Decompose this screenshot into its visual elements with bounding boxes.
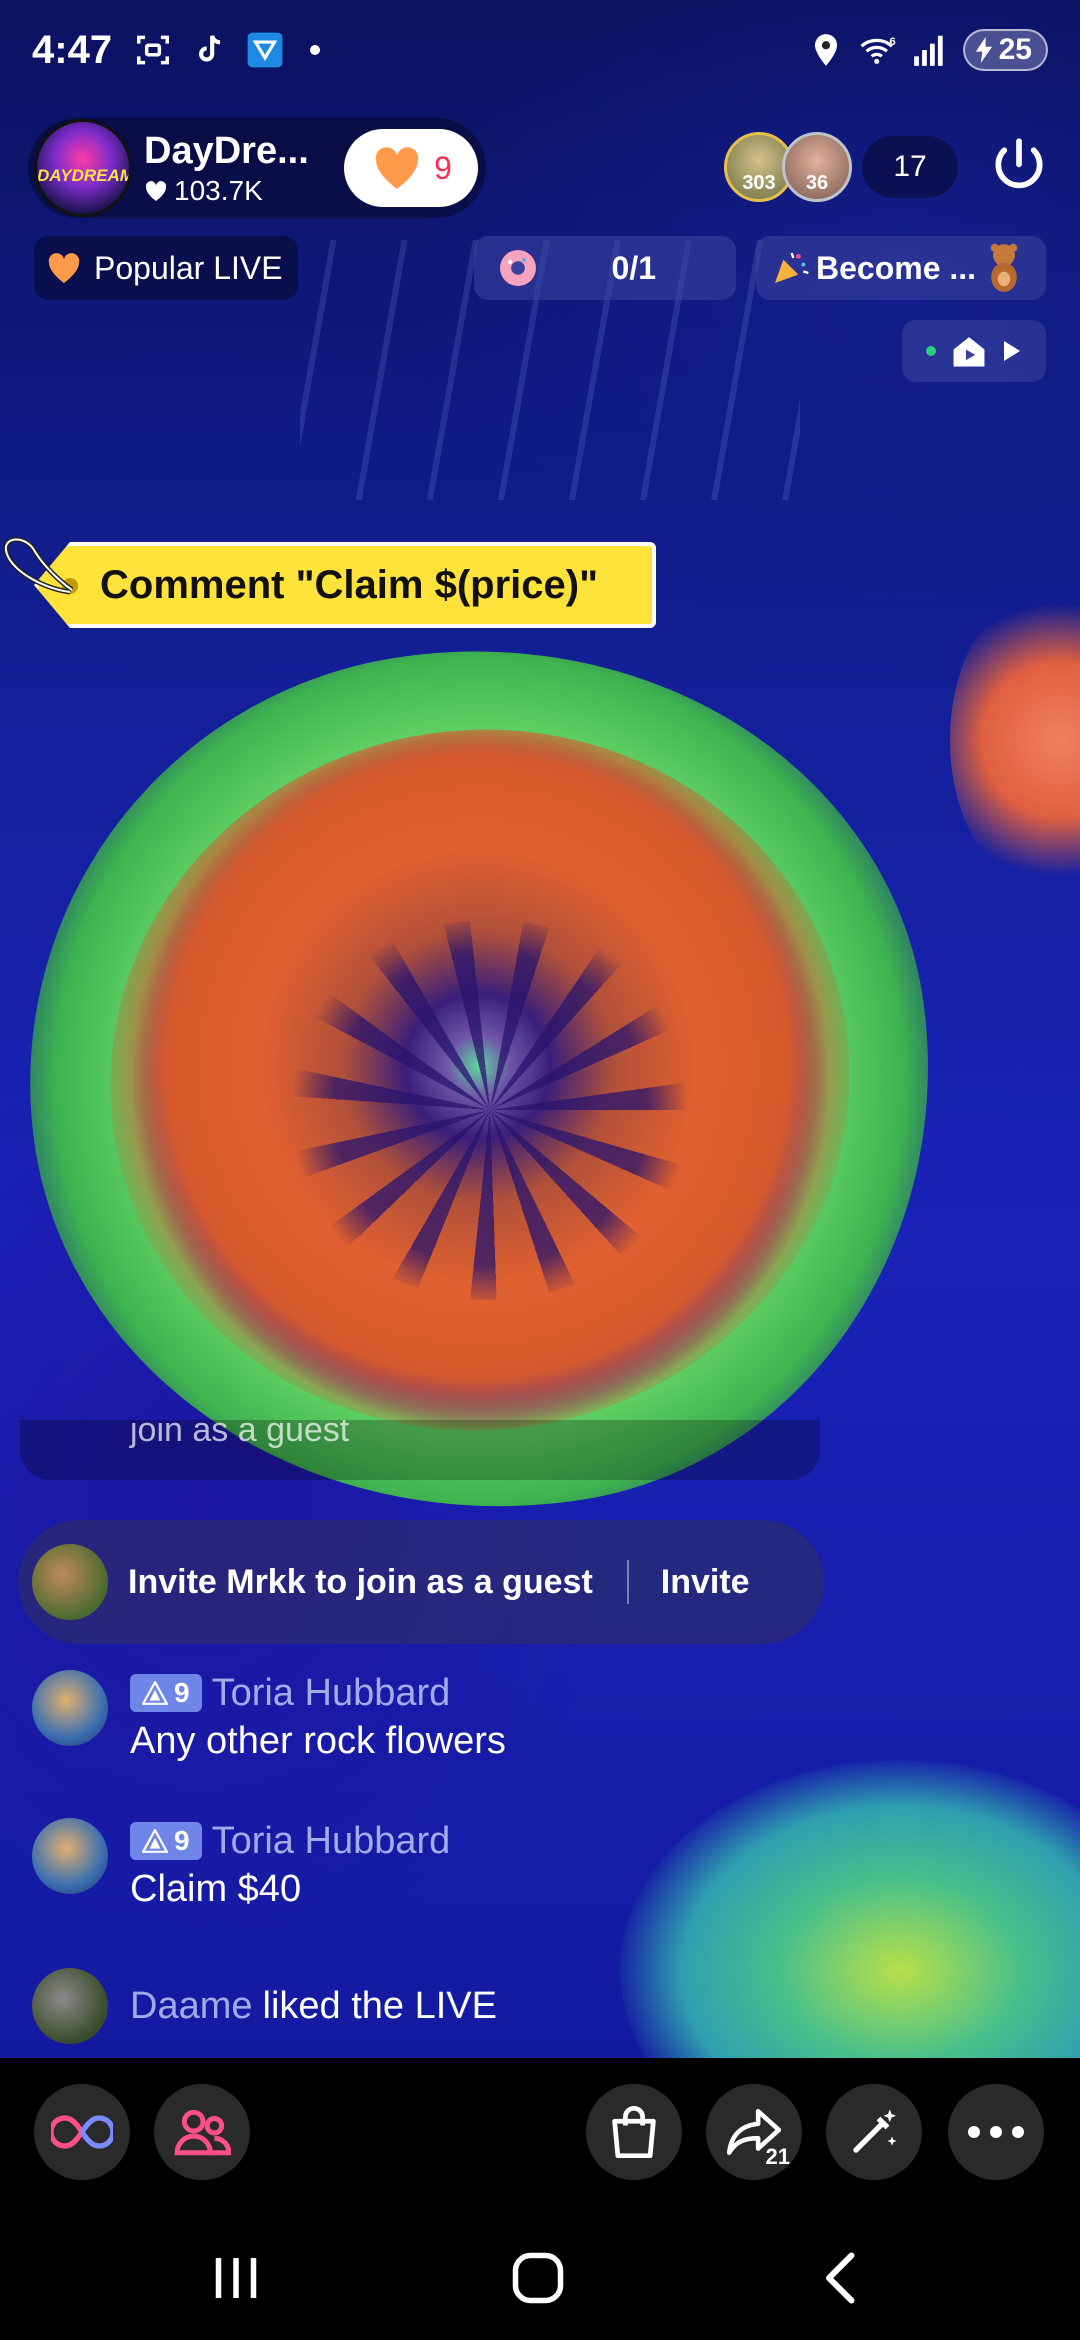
- host-name[interactable]: DayDre...: [144, 129, 309, 173]
- play-arrow-icon: [1004, 341, 1020, 361]
- recent-apps-icon[interactable]: [206, 2248, 266, 2308]
- commenter-avatar[interactable]: [32, 1670, 108, 1746]
- chat-message[interactable]: 9 Toria Hubbard Any other rock flowers: [32, 1670, 506, 1763]
- commenter-avatar[interactable]: [32, 1818, 108, 1894]
- tag-string-icon: [3, 537, 74, 595]
- commenter-name[interactable]: Toria Hubbard: [212, 1672, 451, 1715]
- shopping-bag-icon: [612, 2105, 656, 2159]
- goal-progress: 0/1: [611, 249, 656, 286]
- like-event-text: liked the LIVE: [262, 1984, 497, 2027]
- svg-text:6: 6: [889, 36, 895, 48]
- claim-price-tag: Comment "Claim $(price)": [0, 528, 660, 638]
- host-likes: 103.7K: [144, 175, 309, 207]
- effects-button[interactable]: [826, 2084, 922, 2180]
- fan-club-button[interactable]: 9: [344, 129, 478, 207]
- heart-icon: [145, 181, 167, 201]
- top-viewers[interactable]: 303 36 17: [724, 132, 958, 202]
- faded-chat-item: join as a guest: [20, 1420, 820, 1480]
- invite-text: Invite Mrkk to join as a guest: [128, 1562, 593, 1601]
- invite-button[interactable]: Invite: [661, 1563, 750, 1602]
- host-info-pill[interactable]: DAYDREAM DayDre... 103.7K 9: [28, 118, 486, 218]
- location-icon: [814, 34, 837, 66]
- coral-right: [950, 580, 1080, 900]
- action-bar: 21: [0, 2058, 1080, 2204]
- shop-button[interactable]: [586, 2084, 682, 2180]
- system-nav-bar: [0, 2204, 1080, 2340]
- fan-club-level: 9: [434, 149, 452, 186]
- become-fan-badge[interactable]: Become ...: [756, 236, 1046, 300]
- liker-name[interactable]: Daame: [130, 1985, 253, 2028]
- like-event[interactable]: Daame liked the LIVE: [32, 1968, 497, 2044]
- teddy-bear-icon: [990, 243, 1018, 292]
- triangle-level-icon: [142, 1681, 168, 1705]
- comment-text: Claim $40: [130, 1868, 302, 1910]
- wifi-icon: 6: [860, 36, 895, 64]
- power-icon[interactable]: [988, 136, 1050, 198]
- guests-button[interactable]: [154, 2084, 250, 2180]
- back-icon[interactable]: [814, 2248, 874, 2308]
- comment-text: Any other rock flowers: [130, 1720, 506, 1762]
- popular-heart-icon: [48, 253, 80, 283]
- orange-heart-icon: [375, 147, 419, 189]
- home-video-icon: [953, 337, 985, 367]
- battery-level: 25: [998, 33, 1032, 66]
- screenshot-icon: [137, 35, 170, 65]
- share-button[interactable]: 21: [706, 2084, 802, 2180]
- commenter-name[interactable]: Toria Hubbard: [212, 1820, 451, 1863]
- live-preview-control[interactable]: [902, 320, 1046, 382]
- download-icon: [247, 32, 283, 68]
- people-icon: [174, 2109, 231, 2156]
- link-loop-icon: [51, 2115, 113, 2149]
- viewer-count[interactable]: 17: [862, 136, 958, 198]
- popular-live-badge[interactable]: Popular LIVE: [34, 236, 298, 300]
- coral-streaks: [280, 920, 700, 1300]
- gift-goal[interactable]: 0/1: [474, 236, 736, 300]
- status-time: 4:47: [32, 27, 113, 72]
- tiktok-icon: [199, 35, 221, 62]
- notification-dot: [310, 45, 321, 55]
- live-dot: [926, 346, 936, 356]
- battery-indicator: 25: [962, 29, 1048, 71]
- viewer-avatar-2[interactable]: 36: [782, 132, 852, 202]
- charging-icon: [975, 37, 992, 63]
- chat-message[interactable]: 9 Toria Hubbard Claim $40: [32, 1818, 450, 1911]
- live-chat[interactable]: join as a guest Invite Mrkk to join as a…: [0, 1420, 1080, 2060]
- signal-icon: [913, 35, 943, 66]
- level-badge: 9: [130, 1822, 202, 1860]
- donut-gift-icon: [500, 250, 536, 286]
- party-popper-icon: [775, 252, 809, 283]
- home-icon[interactable]: [508, 2248, 568, 2308]
- more-button[interactable]: [948, 2084, 1044, 2180]
- invite-divider: [626, 1560, 629, 1604]
- claim-tag-label: Comment "Claim $(price)": [34, 542, 656, 628]
- share-count: 21: [765, 2144, 790, 2169]
- host-avatar[interactable]: DAYDREAM: [34, 119, 132, 217]
- multi-guest-button[interactable]: [34, 2084, 130, 2180]
- more-dots-icon: [968, 2126, 1024, 2138]
- triangle-level-icon: [142, 1829, 168, 1853]
- invite-guest-card[interactable]: Invite Mrkk to join as a guest Invite: [18, 1520, 824, 1644]
- status-bar: 4:47 6 25: [0, 0, 1080, 100]
- liker-avatar[interactable]: [32, 1968, 108, 2044]
- invitee-avatar: [32, 1544, 108, 1620]
- level-badge: 9: [130, 1674, 202, 1712]
- magic-wand-icon: [853, 2109, 897, 2153]
